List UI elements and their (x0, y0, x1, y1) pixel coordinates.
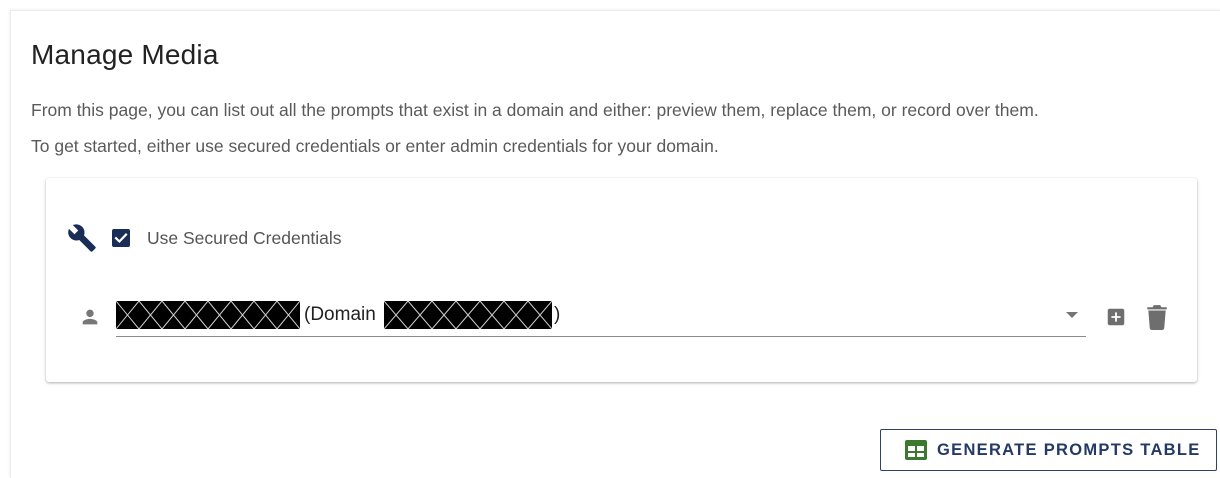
credential-select[interactable]: (Domain ) (116, 298, 1086, 337)
person-icon (82, 309, 98, 325)
generate-prompts-table-label: GENERATE PROMPTS TABLE (937, 441, 1201, 459)
page-description-line-2: To get started, either use secured crede… (31, 136, 719, 156)
checkmark-icon (114, 233, 128, 244)
add-box-icon[interactable] (1105, 306, 1127, 328)
generate-prompts-table-button[interactable]: GENERATE PROMPTS TABLE (880, 429, 1217, 471)
use-secured-credentials-label[interactable]: Use Secured Credentials (147, 228, 342, 249)
table-icon (905, 440, 927, 460)
dropdown-arrow-icon[interactable] (1066, 312, 1078, 318)
use-secured-credentials-checkbox[interactable] (112, 229, 130, 247)
wrench-icon (68, 224, 96, 252)
manage-media-panel: Manage Media From this page, you can lis… (10, 10, 1220, 478)
credential-domain-suffix: ) (554, 304, 561, 325)
credentials-card: Use Secured Credentials (Domain) (46, 178, 1197, 382)
redacted-username (116, 301, 300, 329)
credential-domain-prefix: (Domain (304, 304, 376, 325)
trash-icon[interactable] (1146, 304, 1168, 330)
page-description-line-1: From this page, you can list out all the… (31, 100, 1039, 120)
redacted-domain (384, 301, 552, 329)
page-title: Manage Media (31, 39, 219, 70)
